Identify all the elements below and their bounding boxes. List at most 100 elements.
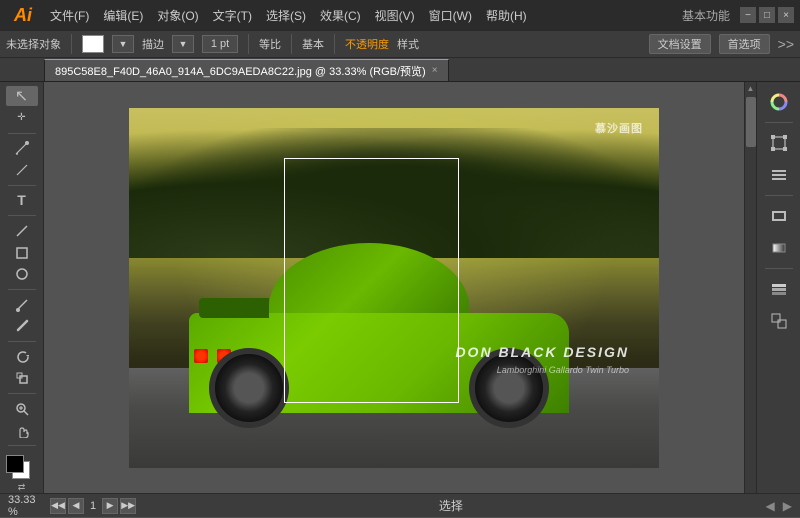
menu-effect[interactable]: 效果(C) (314, 5, 367, 26)
fill-dropdown[interactable]: ▼ (112, 35, 134, 53)
tool-separator-2 (8, 185, 36, 186)
pen-tool[interactable] (6, 138, 38, 158)
rectangle-tool[interactable] (6, 243, 38, 263)
menu-file[interactable]: 文件(F) (44, 5, 95, 26)
vertical-scrollbar[interactable]: ▲ (744, 82, 756, 493)
tool-separator-7 (8, 445, 36, 446)
status-right-arrow[interactable]: ▶ (783, 499, 792, 513)
hand-tool[interactable] (6, 421, 38, 441)
tab-close-button[interactable]: × (432, 65, 438, 76)
stroke-dropdown[interactable]: ▼ (172, 35, 194, 53)
basic-label: 基本 (302, 36, 324, 52)
stroke-panel-button[interactable] (763, 202, 795, 230)
rotate-tool[interactable] (6, 347, 38, 367)
minimize-button[interactable]: − (740, 7, 756, 23)
menu-help[interactable]: 帮助(H) (480, 5, 533, 26)
rt-separator-3 (765, 268, 793, 269)
menu-window[interactable]: 窗口(W) (423, 5, 478, 26)
design-sub-text: Lamborghini Gallardo Twin Turbo (455, 363, 629, 377)
status-arrows: ◀ ▶ (766, 499, 792, 513)
foreground-color-swatch[interactable] (6, 455, 24, 473)
separator-4 (334, 34, 335, 54)
status-left-arrow[interactable]: ◀ (766, 499, 775, 513)
wheel-left (209, 348, 289, 428)
document-canvas[interactable]: DON BLACK DESIGN Lamborghini Gallardo Tw… (129, 108, 659, 468)
no-selection-label: 未选择对象 (6, 36, 61, 52)
page-navigation: ◀◀ ◀ 1 ▶ ▶▶ (50, 498, 136, 514)
status-center-label: 选择 (142, 497, 759, 514)
tool-separator-1 (8, 133, 36, 134)
watermark: 慕沙画图 (595, 122, 643, 137)
canvas-container: DON BLACK DESIGN Lamborghini Gallardo Tw… (129, 108, 659, 468)
tool-separator-6 (8, 393, 36, 394)
options-expand-icon[interactable]: >> (778, 36, 794, 52)
zoom-level: 33.33 % (8, 494, 44, 518)
right-toolbar (756, 82, 800, 493)
menu-object[interactable]: 对象(O) (151, 5, 204, 26)
close-button[interactable]: × (778, 7, 794, 23)
car-roof (269, 243, 469, 323)
options-bar: 未选择对象 ▼ 描边 ▼ 等比 基本 不透明度 样式 文档设置 首选项 >> (0, 30, 800, 58)
style-label: 样式 (397, 36, 419, 52)
ratio-label: 等比 (259, 36, 281, 52)
menu-select[interactable]: 选择(S) (260, 5, 312, 26)
menu-edit[interactable]: 编辑(E) (97, 5, 149, 26)
left-toolbar: ↖ ✛ T (0, 82, 44, 493)
scroll-thumb[interactable] (746, 97, 756, 147)
tool-separator-5 (8, 341, 36, 342)
title-bar: Ai 文件(F) 编辑(E) 对象(O) 文字(T) 选择(S) 效果(C) 视… (0, 0, 800, 30)
color-swatches (6, 455, 38, 478)
next-page-button[interactable]: ▶ (102, 498, 118, 514)
design-brand-text: DON BLACK DESIGN (455, 341, 629, 363)
rt-separator-1 (765, 122, 793, 123)
type-tool[interactable]: T (6, 191, 38, 211)
menu-bar: 文件(F) 编辑(E) 对象(O) 文字(T) 选择(S) 效果(C) 视图(V… (44, 5, 678, 26)
workspace-label[interactable]: 基本功能 (682, 7, 730, 24)
fill-swatch[interactable] (82, 35, 104, 53)
tab-bar: 895C58E8_F40D_46A0_914A_6DC9AEDA8C22.jpg… (0, 58, 800, 82)
last-page-button[interactable]: ▶▶ (120, 498, 136, 514)
menu-text[interactable]: 文字(T) (207, 5, 258, 26)
separator-1 (71, 34, 72, 54)
tab-filename: 895C58E8_F40D_46A0_914A_6DC9AEDA8C22.jpg… (55, 63, 426, 79)
car-image: DON BLACK DESIGN Lamborghini Gallardo Tw… (129, 108, 659, 468)
tool-separator-4 (8, 289, 36, 290)
opacity-label: 不透明度 (345, 36, 389, 52)
ai-logo: Ai (6, 5, 40, 26)
status-bar: 33.33 % ◀◀ ◀ 1 ▶ ▶▶ 选择 ◀ ▶ (0, 493, 800, 517)
transform-panel-button[interactable] (763, 129, 795, 157)
car-spoiler (199, 298, 269, 318)
title-right: 基本功能 − □ × (682, 7, 794, 24)
paintbrush-tool[interactable] (6, 295, 38, 315)
scroll-up-arrow[interactable]: ▲ (747, 84, 755, 93)
window-controls: − □ × (740, 7, 794, 23)
layers-panel-button[interactable] (763, 275, 795, 303)
prev-page-button[interactable]: ◀ (68, 498, 84, 514)
menu-view[interactable]: 视图(V) (369, 5, 421, 26)
zoom-tool[interactable] (6, 399, 38, 419)
ellipse-tool[interactable] (6, 264, 38, 284)
direct-selection-tool[interactable]: ✛ (6, 108, 38, 128)
color-panel-button[interactable] (763, 88, 795, 116)
line-tool[interactable] (6, 221, 38, 241)
stroke-width-input[interactable] (202, 35, 238, 53)
gradient-panel-button[interactable] (763, 234, 795, 262)
separator-3 (291, 34, 292, 54)
selection-tool[interactable]: ↖ (6, 86, 38, 106)
canvas-area: DON BLACK DESIGN Lamborghini Gallardo Tw… (44, 82, 744, 493)
tool-separator-3 (8, 215, 36, 216)
maximize-button[interactable]: □ (759, 7, 775, 23)
main-area: ↖ ✛ T (0, 82, 800, 493)
blob-brush-tool[interactable] (6, 317, 38, 337)
scale-tool[interactable] (6, 369, 38, 389)
doc-settings-button[interactable]: 文档设置 (649, 34, 711, 54)
align-panel-button[interactable] (763, 161, 795, 189)
first-page-button[interactable]: ◀◀ (50, 498, 66, 514)
pencil-tool[interactable] (6, 160, 38, 180)
design-text-overlay: DON BLACK DESIGN Lamborghini Gallardo Tw… (455, 341, 629, 378)
artboards-panel-button[interactable] (763, 307, 795, 335)
preferences-button[interactable]: 首选项 (719, 34, 770, 54)
tail-light-left (194, 349, 208, 363)
document-tab[interactable]: 895C58E8_F40D_46A0_914A_6DC9AEDA8C22.jpg… (44, 59, 449, 81)
swap-colors-icon[interactable]: ⇄ (6, 482, 38, 493)
